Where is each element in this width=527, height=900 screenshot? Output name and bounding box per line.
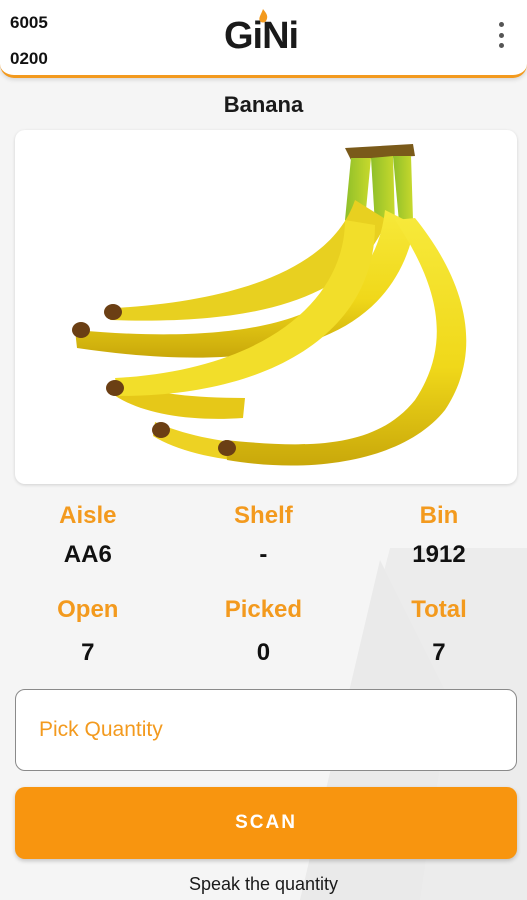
open-label: Open: [57, 596, 119, 623]
banana-bunch-image: [72, 144, 467, 466]
product-name: Banana: [223, 92, 304, 117]
pick-quantity-input[interactable]: [15, 689, 517, 771]
gini-logo: GiNi: [224, 9, 299, 59]
bin-label: Bin: [419, 502, 459, 529]
aisle-cell: Aisle AA6: [0, 498, 176, 576]
total-label: Total: [411, 596, 467, 623]
bin-cell: Bin 1912: [351, 498, 527, 576]
speak-quantity-hint: Speak the quantity: [188, 874, 339, 894]
counts-row: Open 7 Picked 0 Total 7: [0, 592, 527, 678]
header-ids: 6005 0200: [10, 5, 48, 77]
flame-icon: [259, 9, 268, 23]
app-header: 6005 0200 GiNi: [0, 0, 527, 78]
open-value: 7: [81, 639, 95, 666]
aisle-label: Aisle: [59, 502, 117, 529]
total-cell: Total 7: [351, 592, 527, 678]
shelf-label: Shelf: [234, 502, 293, 529]
bin-value: 1912: [412, 541, 466, 568]
location-labels-row: Aisle AA6 Shelf - Bin 1912: [0, 498, 527, 576]
shelf-value: -: [259, 541, 268, 568]
aisle-value: AA6: [63, 541, 112, 568]
more-vert-icon[interactable]: [491, 20, 511, 50]
scan-button[interactable]: SCAN: [15, 787, 517, 859]
product-image-card: [15, 130, 517, 484]
shelf-cell: Shelf -: [176, 498, 352, 576]
total-value: 7: [432, 639, 446, 666]
header-id-line-2: 0200: [10, 49, 48, 68]
open-cell: Open 7: [0, 592, 176, 678]
header-id-line-1: 6005: [10, 13, 48, 32]
location-info-grid: Aisle AA6 Shelf - Bin 1912 Open 7 Picked…: [0, 498, 527, 678]
picked-value: 0: [256, 639, 271, 666]
picked-label: Picked: [224, 596, 303, 623]
picked-cell: Picked 0: [176, 592, 352, 678]
